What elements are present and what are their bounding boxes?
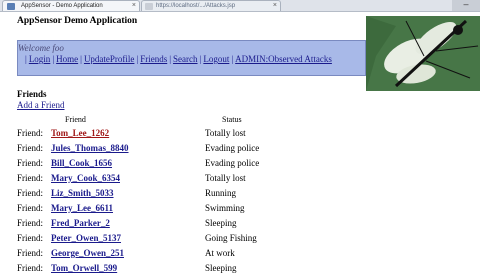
nav-login-link[interactable]: Login	[29, 54, 51, 64]
minimize-window-button[interactable]: –	[452, 0, 480, 11]
friend-status: Totally lost	[205, 173, 246, 183]
friend-column-header: Friend	[65, 115, 86, 124]
friend-status: Sleeping	[205, 218, 237, 228]
friend-label: Friend:	[17, 218, 43, 228]
table-row: Friend: George_Owen_251 At work	[17, 246, 317, 261]
friend-status: Totally lost	[205, 128, 246, 138]
friends-table: Friend: Tom_Lee_1262 Totally lost Friend…	[17, 126, 317, 276]
browser-tab-bar: AppSensor - Demo Application × https://l…	[0, 0, 480, 12]
friend-name-link[interactable]: Bill_Cook_1656	[51, 156, 112, 171]
table-row: Friend: Mary_Cook_6354 Totally lost	[17, 171, 317, 186]
close-tab-icon[interactable]: ×	[273, 1, 277, 11]
browser-tab-appsensor[interactable]: AppSensor - Demo Application ×	[2, 0, 140, 11]
friend-name-link[interactable]: Fred_Parker_2	[51, 216, 110, 231]
friend-name-link[interactable]: Peter_Owen_5137	[51, 231, 121, 246]
dragonfly-logo-image	[366, 16, 480, 91]
welcome-text: Welcome foo	[18, 43, 64, 53]
friend-status: Running	[205, 188, 237, 198]
nav-admin-attacks-link[interactable]: ADMIN:Observed Attacks	[235, 54, 332, 64]
friend-status: At work	[205, 248, 235, 258]
table-row: Friend: Tom_Lee_1262 Totally lost	[17, 126, 317, 141]
friend-name-link[interactable]: Tom_Orwell_599	[51, 261, 117, 276]
nav-links: | Login | Home | UpdateProfile | Friends | Search…	[23, 54, 332, 64]
table-row: Friend: Fred_Parker_2 Sleeping	[17, 216, 317, 231]
nav-separator: |	[199, 54, 202, 64]
table-row: Friend: Peter_Owen_5137 Going Fishing	[17, 231, 317, 246]
page-title: AppSensor Demo Application	[17, 16, 138, 26]
nav-separator: |	[169, 54, 172, 64]
page-favicon-icon	[145, 3, 153, 10]
friend-name-link[interactable]: Liz_Smith_5033	[51, 186, 114, 201]
friend-name-link[interactable]: George_Owen_251	[51, 246, 124, 261]
add-friend-link[interactable]: Add a Friend	[17, 100, 65, 110]
dragonfly-icon	[366, 16, 480, 91]
friend-status: Evading police	[205, 158, 260, 168]
friends-heading: Friends	[17, 89, 47, 99]
nav-updateprofile-link[interactable]: UpdateProfile	[84, 54, 134, 64]
friend-label: Friend:	[17, 128, 43, 138]
friend-label: Friend:	[17, 263, 43, 273]
nav-bar: Welcome foo | Login | Home | UpdateProfile | Fr…	[17, 40, 366, 76]
friend-label: Friend:	[17, 173, 43, 183]
nav-logout-link[interactable]: Logout	[203, 54, 229, 64]
friend-label: Friend:	[17, 203, 43, 213]
friend-status: Going Fishing	[205, 233, 257, 243]
nav-separator: |	[231, 54, 234, 64]
close-tab-icon[interactable]: ×	[132, 1, 136, 11]
nav-separator: |	[25, 54, 27, 64]
friend-label: Friend:	[17, 233, 43, 243]
nav-separator: |	[136, 54, 139, 64]
nav-separator: |	[80, 54, 82, 64]
friend-label: Friend:	[17, 143, 43, 153]
tab-url: https://localhost/.../Attacks.jsp	[156, 3, 236, 9]
friend-name-link[interactable]: Tom_Lee_1262	[51, 126, 109, 141]
tab-title: AppSensor - Demo Application	[21, 3, 103, 9]
friend-status: Evading police	[205, 143, 260, 153]
table-row: Friend: Mary_Lee_6611 Swimming	[17, 201, 317, 216]
nav-separator: |	[52, 54, 55, 64]
nav-friends-link[interactable]: Friends	[140, 54, 167, 64]
friend-name-link[interactable]: Jules_Thomas_8840	[51, 141, 129, 156]
nav-home-link[interactable]: Home	[56, 54, 78, 64]
nav-search-link[interactable]: Search	[173, 54, 198, 64]
table-row: Friend: Tom_Orwell_599 Sleeping	[17, 261, 317, 276]
friend-name-link[interactable]: Mary_Lee_6611	[51, 201, 113, 216]
table-row: Friend: Bill_Cook_1656 Evading police	[17, 156, 317, 171]
page-favicon-icon	[7, 3, 15, 10]
table-row: Friend: Jules_Thomas_8840 Evading police	[17, 141, 317, 156]
table-row: Friend: Liz_Smith_5033 Running	[17, 186, 317, 201]
friend-status: Swimming	[205, 203, 245, 213]
friend-label: Friend:	[17, 158, 43, 168]
friend-name-link[interactable]: Mary_Cook_6354	[51, 171, 120, 186]
browser-tab-attacks[interactable]: https://localhost/.../Attacks.jsp ×	[141, 0, 281, 11]
friend-label: Friend:	[17, 248, 43, 258]
friend-label: Friend:	[17, 188, 43, 198]
friend-status: Sleeping	[205, 263, 237, 273]
status-column-header: Status	[222, 115, 242, 124]
